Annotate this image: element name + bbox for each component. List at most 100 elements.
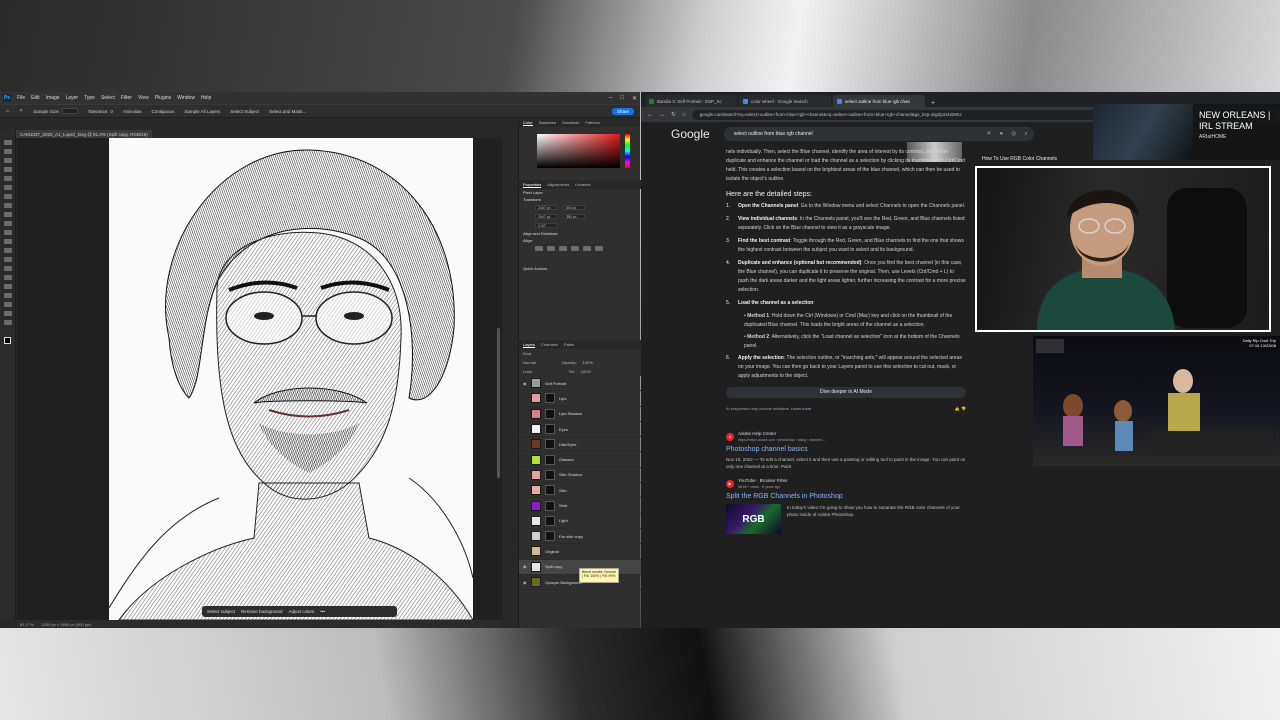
layer-row[interactable]: Hair/Eyes: [519, 437, 641, 453]
remove-background-context-button[interactable]: Remove background: [241, 609, 283, 614]
adjust-colors-context-button[interactable]: Adjust colors: [289, 609, 315, 614]
layer-row[interactable]: Eyes: [519, 422, 641, 438]
eyedropper-tool-icon[interactable]: [3, 194, 12, 199]
menu-filter[interactable]: Filter: [121, 95, 132, 101]
align-section-title[interactable]: Align and Distribute: [519, 230, 641, 237]
clear-icon[interactable]: ✕: [986, 127, 991, 141]
portrait-artwork[interactable]: [109, 138, 473, 620]
height-field[interactable]: 2947 px: [535, 214, 557, 219]
align-right-icon[interactable]: [559, 246, 567, 251]
move-tool-icon[interactable]: [3, 140, 12, 145]
layer-row[interactable]: ◉ Self Portrait: [519, 376, 641, 392]
crop-tool-icon[interactable]: [3, 176, 12, 181]
layer-thumbnail[interactable]: [531, 531, 541, 542]
layer-thumbnail[interactable]: [531, 577, 541, 587]
layer-mask-thumbnail[interactable]: [545, 500, 555, 511]
visibility-eye-icon[interactable]: ◉: [523, 381, 527, 386]
sample-all-layers-checkbox[interactable]: Sample All Layers: [184, 109, 220, 114]
zoom-tool-icon[interactable]: [3, 320, 12, 325]
more-options-icon[interactable]: •••: [320, 609, 325, 614]
layer-row[interactable]: Skin Shadow: [519, 468, 641, 484]
select-and-mask-button[interactable]: Select and Mask...: [269, 109, 306, 114]
menu-help[interactable]: Help: [201, 95, 211, 101]
layer-mask-thumbnail[interactable]: [545, 469, 555, 480]
angle-field[interactable]: 0.00°: [535, 223, 557, 228]
minimize-icon[interactable]: –: [609, 95, 612, 102]
video-label[interactable]: How To Use RGB Color Channels: [982, 156, 1057, 162]
path-selection-tool-icon[interactable]: [3, 293, 12, 298]
menu-layer[interactable]: Layer: [66, 95, 79, 101]
tab-libraries[interactable]: Libraries: [575, 182, 590, 187]
frame-tool-icon[interactable]: [3, 185, 12, 190]
layer-thumbnail[interactable]: [531, 454, 541, 465]
menu-type[interactable]: Type: [84, 95, 95, 101]
anti-alias-checkbox[interactable]: Anti-alias: [123, 109, 142, 114]
dive-deeper-button[interactable]: Dive deeper in AI Mode: [726, 387, 966, 398]
select-subject-context-button[interactable]: Select subject: [207, 609, 235, 614]
layer-row[interactable]: Skin: [519, 483, 641, 499]
contiguous-checkbox[interactable]: Contiguous: [152, 109, 175, 114]
layer-row[interactable]: Far side copy: [519, 529, 641, 545]
blend-mode-select[interactable]: Normal: [523, 360, 536, 365]
select-subject-button[interactable]: Select Subject: [230, 109, 259, 114]
maximize-icon[interactable]: □: [620, 95, 624, 102]
align-top-icon[interactable]: [571, 246, 579, 251]
tolerance-option[interactable]: Tolerance: 0: [88, 109, 113, 114]
visibility-eye-icon[interactable]: ◉: [523, 564, 527, 569]
forward-icon[interactable]: →: [659, 112, 665, 118]
canvas-area[interactable]: Select subject Remove background Adjust …: [17, 138, 502, 622]
thumbs-down-icon[interactable]: 👎: [961, 406, 966, 411]
x-field[interactable]: 604 px: [563, 205, 585, 210]
stamp-tool-icon[interactable]: [3, 221, 12, 226]
layer-thumbnail[interactable]: [531, 393, 541, 404]
align-middle-icon[interactable]: [583, 246, 591, 251]
color-picker-field[interactable]: [537, 134, 620, 168]
tab-layers[interactable]: Layers: [523, 342, 536, 348]
layer-thumbnail[interactable]: [531, 561, 541, 572]
layer-mask-thumbnail[interactable]: [545, 485, 555, 496]
canvas-scrollbar[interactable]: [496, 138, 501, 618]
browser-tab-2[interactable]: color wheel - Google Search: [739, 95, 831, 107]
canvas-scrollbar-thumb[interactable]: [497, 328, 500, 478]
layer-row[interactable]: Shirt: [519, 498, 641, 514]
zoom-level[interactable]: 81.17%: [20, 622, 34, 627]
search-icon[interactable]: ⌕: [1024, 127, 1027, 141]
menu-select[interactable]: Select: [101, 95, 115, 101]
google-logo[interactable]: Google: [671, 127, 710, 141]
browser-tab-3-active[interactable]: select outline from blue rgb chan: [833, 95, 925, 107]
menu-window[interactable]: Window: [177, 95, 195, 101]
align-center-icon[interactable]: [547, 246, 555, 251]
layer-mask-thumbnail[interactable]: [545, 531, 555, 542]
sample-size-select[interactable]: [61, 108, 78, 114]
menu-edit[interactable]: Edit: [31, 95, 40, 101]
document-tab[interactable]: CAM1037_2020_A1_Lopez_Dog @ 81.2% (Split…: [16, 130, 152, 138]
type-tool-icon[interactable]: [3, 284, 12, 289]
menu-plugins[interactable]: Plugins: [155, 95, 171, 101]
lens-icon[interactable]: ◎: [1011, 127, 1016, 141]
lasso-tool-icon[interactable]: [3, 158, 12, 163]
align-bottom-icon[interactable]: [595, 246, 603, 251]
layer-thumbnail[interactable]: [531, 546, 541, 557]
layer-mask-thumbnail[interactable]: [545, 439, 555, 450]
tab-adjustments[interactable]: Adjustments: [547, 182, 569, 187]
reload-icon[interactable]: ↻: [671, 111, 676, 118]
shape-tool-icon[interactable]: [3, 302, 12, 307]
layer-thumbnail[interactable]: [531, 469, 541, 480]
hue-slider[interactable]: [625, 134, 630, 168]
transform-section-title[interactable]: Transform: [519, 196, 641, 203]
layer-row[interactable]: Lips: [519, 391, 641, 407]
tab-channels[interactable]: Channels: [541, 342, 558, 347]
tab-color[interactable]: Color: [523, 120, 533, 126]
layer-thumbnail[interactable]: [531, 500, 541, 511]
tab-swatches[interactable]: Swatches: [539, 120, 556, 125]
marquee-tool-icon[interactable]: [3, 149, 12, 154]
visibility-eye-icon[interactable]: ◉: [523, 580, 527, 585]
home-icon[interactable]: ⌂: [682, 112, 686, 118]
search-result[interactable]: A Adobe Help Center https://helpx.adobe.…: [726, 431, 966, 470]
tab-paths[interactable]: Paths: [564, 342, 574, 347]
layer-row[interactable]: Lips Shadow: [519, 407, 641, 422]
pen-tool-icon[interactable]: [3, 275, 12, 280]
dodge-tool-icon[interactable]: [3, 266, 12, 271]
home-icon[interactable]: ⌂: [6, 108, 9, 114]
layer-thumbnail[interactable]: [531, 485, 541, 496]
